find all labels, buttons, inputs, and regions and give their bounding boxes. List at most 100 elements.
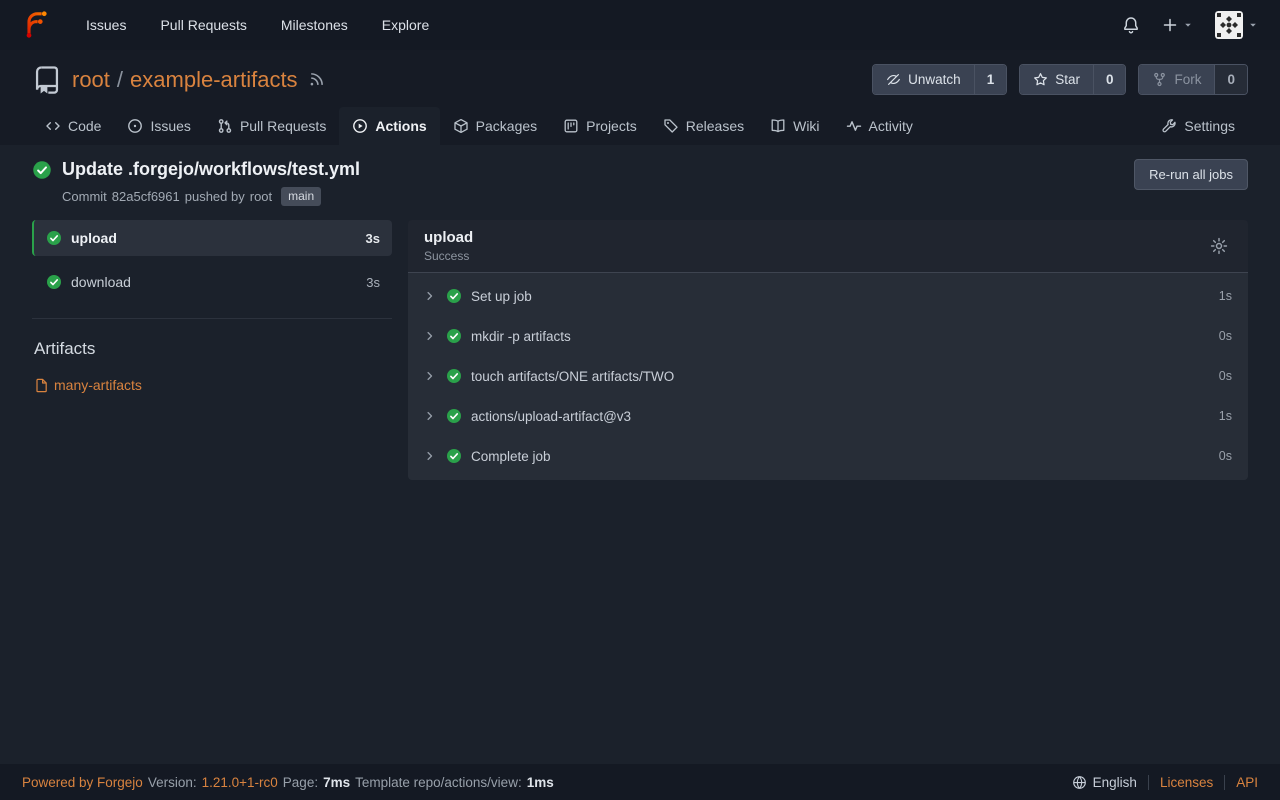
commit-sha[interactable]: 82a5cf6961: [112, 189, 180, 204]
page: Issues Pull Requests Milestones Explore: [0, 0, 1280, 800]
step-row-touch[interactable]: touch artifacts/ONE artifacts/TWO 0s: [408, 356, 1248, 396]
fork-button[interactable]: Fork: [1139, 65, 1214, 94]
step-duration: 1s: [1219, 409, 1232, 423]
api-link[interactable]: API: [1224, 775, 1258, 790]
template-time-label: Template repo/actions/view:: [355, 775, 522, 790]
forgejo-logo[interactable]: [22, 10, 52, 40]
repo-header: root / example-artifacts Unwatch: [0, 50, 1280, 145]
fork-button-group: Fork 0: [1138, 64, 1248, 95]
job-name: download: [71, 274, 131, 290]
tab-wiki[interactable]: Wiki: [757, 107, 832, 145]
nav-milestones[interactable]: Milestones: [281, 17, 348, 33]
project-icon: [563, 118, 579, 134]
notifications-bell-icon[interactable]: [1122, 16, 1140, 34]
file-icon: [34, 378, 49, 393]
job-options-gear-icon[interactable]: [1206, 233, 1232, 259]
run-title-block: Update .forgejo/workflows/test.yml Commi…: [32, 159, 360, 206]
job-item-upload[interactable]: upload 3s: [32, 220, 392, 256]
job-detail-panel: upload Success: [408, 220, 1248, 480]
tab-actions[interactable]: Actions: [339, 107, 439, 145]
repo-action-buttons: Unwatch 1 Star 0: [872, 64, 1248, 95]
create-new-menu[interactable]: [1162, 17, 1193, 33]
stars-count[interactable]: 0: [1093, 65, 1126, 94]
branch-badge[interactable]: main: [281, 187, 321, 206]
success-check-icon: [46, 274, 62, 290]
tab-label: Activity: [869, 118, 913, 134]
language-selector[interactable]: English: [1061, 775, 1148, 790]
tabs-spacer: [926, 107, 1149, 145]
step-name: actions/upload-artifact@v3: [471, 409, 631, 424]
pulse-icon: [846, 118, 862, 134]
page-footer: Powered by Forgejo Version: 1.21.0+1-rc0…: [0, 764, 1280, 800]
commit-author[interactable]: root: [250, 189, 272, 204]
run-header: Update .forgejo/workflows/test.yml Commi…: [32, 159, 1248, 206]
template-time-value: 1ms: [527, 775, 554, 790]
book-open-icon: [770, 118, 786, 134]
step-row-setup-job[interactable]: Set up job 1s: [408, 276, 1248, 316]
nav-pull-requests[interactable]: Pull Requests: [160, 17, 246, 33]
repo-owner-link[interactable]: root: [72, 67, 110, 93]
caret-down-icon: [1183, 20, 1193, 30]
star-button[interactable]: Star: [1020, 65, 1093, 94]
rerun-all-jobs-button[interactable]: Re-run all jobs: [1134, 159, 1248, 190]
job-detail-header: upload Success: [408, 220, 1248, 273]
user-avatar: [1215, 11, 1243, 39]
unwatch-button[interactable]: Unwatch: [873, 65, 974, 94]
tab-settings[interactable]: Settings: [1148, 107, 1248, 145]
version-link[interactable]: 1.21.0+1-rc0: [202, 775, 278, 790]
caret-down-icon: [1248, 20, 1258, 30]
step-row-complete-job[interactable]: Complete job 0s: [408, 436, 1248, 476]
nav-explore[interactable]: Explore: [382, 17, 429, 33]
package-icon: [453, 118, 469, 134]
tab-pull-requests[interactable]: Pull Requests: [204, 107, 339, 145]
tab-releases[interactable]: Releases: [650, 107, 757, 145]
step-row-mkdir[interactable]: mkdir -p artifacts 0s: [408, 316, 1248, 356]
job-duration: 3s: [366, 231, 380, 246]
rss-feed-icon[interactable]: [308, 71, 325, 88]
success-check-icon: [446, 328, 462, 344]
forgejo-logo-icon: [22, 10, 52, 40]
user-menu[interactable]: [1215, 11, 1258, 39]
step-duration: 0s: [1219, 369, 1232, 383]
chevron-right-icon: [424, 370, 436, 382]
success-check-icon: [32, 160, 52, 180]
artifact-link-many-artifacts[interactable]: many-artifacts: [34, 377, 142, 393]
play-circle-icon: [352, 118, 368, 134]
step-name: touch artifacts/ONE artifacts/TWO: [471, 369, 674, 384]
job-duration: 3s: [366, 275, 380, 290]
step-row-upload-artifact[interactable]: actions/upload-artifact@v3 1s: [408, 396, 1248, 436]
tab-activity[interactable]: Activity: [833, 107, 926, 145]
tab-issues[interactable]: Issues: [114, 107, 203, 145]
pull-request-icon: [217, 118, 233, 134]
repo-name-link[interactable]: example-artifacts: [130, 67, 298, 93]
steps-list: Set up job 1s mkdir -p artifacts 0s: [408, 273, 1248, 480]
tab-projects[interactable]: Projects: [550, 107, 650, 145]
watch-button-group: Unwatch 1: [872, 64, 1007, 95]
step-duration: 0s: [1219, 329, 1232, 343]
footer-info: Powered by Forgejo Version: 1.21.0+1-rc0…: [22, 775, 554, 790]
footer-links: English Licenses API: [1061, 775, 1258, 790]
repo-title-row: root / example-artifacts Unwatch: [32, 64, 1248, 95]
fork-label: Fork: [1174, 72, 1201, 87]
globe-icon: [1072, 775, 1087, 790]
commit-label: Commit: [62, 189, 107, 204]
tab-code[interactable]: Code: [32, 107, 114, 145]
page-time-label: Page:: [283, 775, 318, 790]
run-commit-meta: Commit 82a5cf6961 pushed by root main: [62, 187, 360, 206]
forks-count[interactable]: 0: [1214, 65, 1247, 94]
licenses-link[interactable]: Licenses: [1148, 775, 1224, 790]
job-item-download[interactable]: download 3s: [32, 264, 392, 300]
powered-by-link[interactable]: Powered by Forgejo: [22, 775, 143, 790]
tab-label: Wiki: [793, 118, 819, 134]
tab-packages[interactable]: Packages: [440, 107, 550, 145]
version-label: Version:: [148, 775, 197, 790]
top-navbar: Issues Pull Requests Milestones Explore: [0, 0, 1280, 50]
pushed-by-label: pushed by: [185, 189, 245, 204]
eye-slash-icon: [886, 72, 901, 87]
nav-issues[interactable]: Issues: [86, 17, 126, 33]
star-icon: [1033, 72, 1048, 87]
watchers-count[interactable]: 1: [974, 65, 1007, 94]
tab-label: Settings: [1184, 118, 1235, 134]
language-label: English: [1093, 775, 1137, 790]
job-detail-titles: upload Success: [424, 229, 473, 263]
